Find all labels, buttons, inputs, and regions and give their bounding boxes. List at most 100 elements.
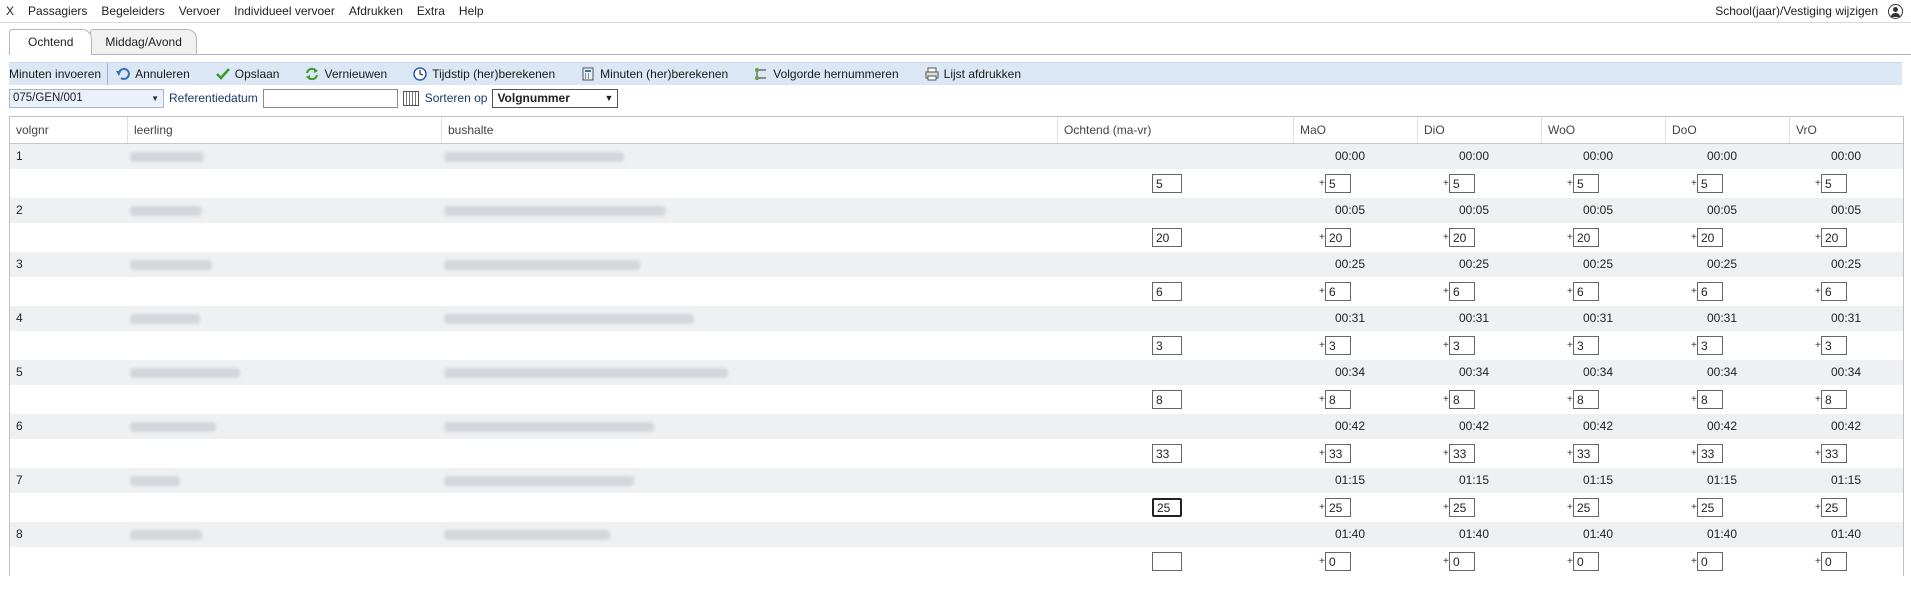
recalc-minutes-button[interactable]: Minuten (her)berekenen — [581, 67, 728, 81]
minutes-input-doo[interactable]: 3 — [1697, 336, 1723, 355]
minutes-input-mao[interactable]: 33 — [1325, 444, 1351, 463]
refresh-button[interactable]: Vernieuwen — [305, 67, 387, 81]
minutes-input-dio[interactable]: 25 — [1449, 498, 1475, 517]
col-bushalte[interactable]: bushalte — [441, 117, 493, 143]
student-name-redacted — [130, 206, 202, 216]
menu-afdrukken[interactable]: Afdrukken — [342, 0, 410, 22]
cancel-button[interactable]: Annuleren — [116, 67, 190, 81]
col-doo[interactable]: DoO — [1665, 117, 1697, 143]
minutes-input-doo[interactable]: 8 — [1697, 390, 1723, 409]
col-vro[interactable]: VrO — [1789, 117, 1817, 143]
minutes-input-woo[interactable]: 3 — [1573, 336, 1599, 355]
minutes-input-dio[interactable]: 8 — [1449, 390, 1475, 409]
minutes-input-vro[interactable]: 25 — [1821, 498, 1847, 517]
minutes-input-doo[interactable]: 33 — [1697, 444, 1723, 463]
minutes-input-vro[interactable]: 33 — [1821, 444, 1847, 463]
time-vro: 00:25 — [1831, 257, 1862, 271]
minutes-input-vro[interactable]: 3 — [1821, 336, 1847, 355]
row-summary[interactable]: 2 00:05 00:05 00:05 00:05 00:05 — [10, 198, 1903, 223]
col-leerling[interactable]: leerling — [127, 117, 173, 143]
minutes-input-vro[interactable]: 5 — [1821, 174, 1847, 193]
minutes-input-mao[interactable]: 25 — [1325, 498, 1351, 517]
row-summary[interactable]: 8 01:40 01:40 01:40 01:40 01:40 — [10, 522, 1903, 547]
time-mao: 00:42 — [1335, 419, 1366, 433]
minutes-input-mao[interactable]: 8 — [1325, 390, 1351, 409]
row-summary[interactable]: 4 00:31 00:31 00:31 00:31 00:31 — [10, 306, 1903, 331]
minutes-input-mao[interactable]: 3 — [1325, 336, 1351, 355]
time-dio: 00:31 — [1459, 311, 1490, 325]
renumber-button[interactable]: Volgorde hernummeren — [754, 67, 899, 81]
sort-select[interactable]: Volgnummer ▼ — [492, 88, 619, 108]
minutes-input-ochtend[interactable]: 33 — [1152, 444, 1182, 463]
minutes-input-dio[interactable]: 20 — [1449, 228, 1475, 247]
minutes-input-mao[interactable]: 5 — [1325, 174, 1351, 193]
minutes-input-ochtend[interactable]: 20 — [1152, 228, 1182, 247]
user-circle-icon[interactable] — [1888, 3, 1903, 19]
col-woo[interactable]: WoO — [1541, 117, 1575, 143]
menu-close[interactable]: X — [0, 0, 21, 22]
time-woo: 01:15 — [1583, 473, 1614, 487]
school-switch-link[interactable]: School(jaar)/Vestiging wijzigen — [1715, 4, 1878, 18]
route-select[interactable]: 075/GEN/001 ▼ — [9, 88, 164, 108]
minutes-input-woo[interactable]: 33 — [1573, 444, 1599, 463]
minutes-input-doo[interactable]: 25 — [1697, 498, 1723, 517]
minutes-input-dio[interactable]: 6 — [1449, 282, 1475, 301]
minutes-input-vro[interactable]: 0 — [1821, 552, 1847, 571]
menu-begeleiders[interactable]: Begeleiders — [94, 0, 171, 22]
minutes-input-vro[interactable]: 6 — [1821, 282, 1847, 301]
row-summary[interactable]: 3 00:25 00:25 00:25 00:25 00:25 — [10, 252, 1903, 277]
menu-individueel-vervoer[interactable]: Individueel vervoer — [227, 0, 342, 22]
row-volgnr: 3 — [16, 257, 23, 271]
minutes-input-ochtend[interactable]: 6 — [1152, 282, 1182, 301]
minutes-input-ochtend[interactable] — [1152, 552, 1182, 571]
minutes-input-vro[interactable]: 20 — [1821, 228, 1847, 247]
col-mao[interactable]: MaO — [1293, 117, 1326, 143]
col-volgnr[interactable]: volgnr — [10, 117, 116, 143]
minutes-input-mao[interactable]: 6 — [1325, 282, 1351, 301]
row-summary[interactable]: 1 00:00 00:00 00:00 00:00 00:00 — [10, 144, 1903, 169]
toolbar: Minuten invoeren Annuleren Opslaan Verni… — [9, 62, 1902, 85]
refresh-label: Vernieuwen — [324, 67, 388, 81]
row-summary[interactable]: 6 00:42 00:42 00:42 00:42 00:42 — [10, 414, 1903, 439]
minutes-input-vro[interactable]: 8 — [1821, 390, 1847, 409]
minutes-input-doo[interactable]: 0 — [1697, 552, 1723, 571]
minutes-input-dio[interactable]: 0 — [1449, 552, 1475, 571]
minutes-input-doo[interactable]: 20 — [1697, 228, 1723, 247]
minutes-input-woo[interactable]: 6 — [1573, 282, 1599, 301]
menu-extra[interactable]: Extra — [410, 0, 452, 22]
print-list-button[interactable]: Lijst afdrukken — [925, 67, 1021, 81]
table-row: 1 00:00 00:00 00:00 00:00 00:00 5 +5 +5 +5 +5 +5 — [10, 144, 1903, 198]
minutes-input-woo[interactable]: 20 — [1573, 228, 1599, 247]
row-summary[interactable]: 5 00:34 00:34 00:34 00:34 00:34 — [10, 360, 1903, 385]
menu-passagiers[interactable]: Passagiers — [21, 0, 94, 22]
tab-ochtend[interactable]: Ochtend — [9, 29, 93, 55]
minutes-input-woo[interactable]: 8 — [1573, 390, 1599, 409]
minutes-input-ochtend[interactable]: 8 — [1152, 390, 1182, 409]
minutes-input-ochtend[interactable]: 25 — [1152, 498, 1182, 517]
minutes-input-woo[interactable]: 25 — [1573, 498, 1599, 517]
col-ochtend[interactable]: Ochtend (ma-vr) — [1057, 117, 1151, 143]
minutes-input-dio[interactable]: 33 — [1449, 444, 1475, 463]
calculator-icon — [582, 67, 594, 81]
minutes-input-doo[interactable]: 5 — [1697, 174, 1723, 193]
minutes-input-mao[interactable]: 20 — [1325, 228, 1351, 247]
minutes-input-doo[interactable]: 6 — [1697, 282, 1723, 301]
col-dio[interactable]: DiO — [1417, 117, 1445, 143]
minutes-input-woo[interactable]: 5 — [1573, 174, 1599, 193]
minutes-input-mao[interactable]: 0 — [1325, 552, 1351, 571]
minutes-input-ochtend[interactable]: 5 — [1152, 174, 1182, 193]
minutes-input-dio[interactable]: 3 — [1449, 336, 1475, 355]
tab-middag-avond[interactable]: Middag/Avond — [90, 29, 197, 54]
ref-date-input[interactable] — [262, 88, 398, 108]
minutes-input-woo[interactable]: 0 — [1573, 552, 1599, 571]
minutes-input-ochtend[interactable]: 3 — [1152, 336, 1182, 355]
menu-help[interactable]: Help — [452, 0, 491, 22]
save-button[interactable]: Opslaan — [215, 67, 279, 81]
calendar-icon[interactable] — [402, 90, 419, 106]
recalc-time-button[interactable]: Tijdstip (her)berekenen — [413, 67, 555, 81]
row-summary[interactable]: 7 01:15 01:15 01:15 01:15 01:15 — [10, 468, 1903, 493]
minutes-input-dio[interactable]: 5 — [1449, 174, 1475, 193]
plus-icon: + — [1567, 448, 1573, 459]
menu-vervoer[interactable]: Vervoer — [172, 0, 227, 22]
plus-icon: + — [1443, 394, 1449, 405]
